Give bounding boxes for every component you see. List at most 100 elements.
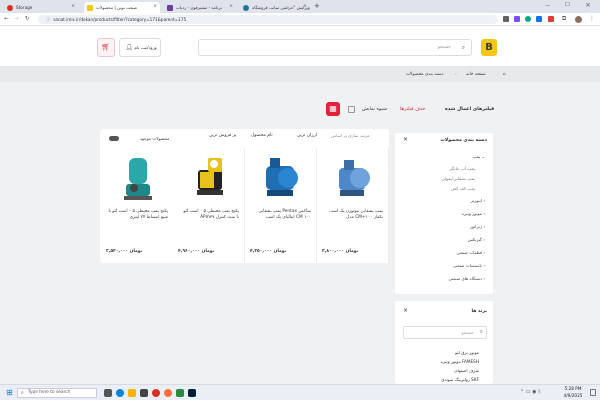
- sort-option-cheapest[interactable]: ارزان ترین: [297, 133, 317, 138]
- brands-collapse-icon[interactable]: ×: [403, 307, 408, 314]
- remove-filters-link[interactable]: حذف فیلترها: [400, 107, 425, 112]
- site-favicon-icon: [87, 4, 93, 11]
- url-field[interactable]: ⓘ sanat.imis.ir/dokan/products/filter/?ca…: [38, 15, 498, 24]
- extension-icon[interactable]: [503, 16, 509, 22]
- display-mode-label: شیوه نمایش: [362, 107, 388, 112]
- sort-option-name[interactable]: نام محصول: [251, 133, 273, 138]
- product-card[interactable]: پمپ بشقابی موتوژن یک اسب مدل CM+۱۰۰ تکفا…: [317, 148, 389, 262]
- extension-icon[interactable]: [525, 16, 531, 22]
- product-name[interactable]: پکیج پمپ محیطی ۰.۵ اسب لئو APm۳۷ با ست ک…: [177, 209, 239, 221]
- close-tab-icon[interactable]: ×: [229, 4, 233, 9]
- system-tray-icons[interactable]: ⌃ ▭ ◉ ᛒ: [520, 389, 541, 395]
- category-label: اینورتر: [470, 198, 482, 203]
- grid-view-icon[interactable]: ▦: [326, 102, 340, 116]
- category-item[interactable]: موتور ویبره ‹: [462, 211, 485, 216]
- category-item[interactable]: تاسیسات صنعتی ‹: [453, 263, 485, 268]
- brand-item[interactable]: موتور برق لئو: [455, 350, 479, 355]
- product-card[interactable]: پکیج پمپ محیطی ۰.۵ اسب لئو APm۳۷ با ست ک…: [173, 148, 245, 262]
- category-subitem[interactable]: پمپ آب خانگی: [449, 166, 475, 171]
- category-item[interactable]: گیربکس ‹: [468, 237, 485, 242]
- product-name[interactable]: پکیج پمپ محیطی ۰.۵ اسب لئو با منبع انبسا…: [106, 209, 168, 221]
- category-label: تاسیسات صنعتی: [452, 263, 482, 268]
- close-tab-icon[interactable]: ×: [303, 4, 307, 9]
- new-tab-button[interactable]: +: [314, 2, 320, 10]
- breadcrumb-home[interactable]: صفحه خانه: [466, 72, 486, 77]
- product-price: ۴,۳۵۰,۰۰۰ تومان: [250, 249, 287, 254]
- login-register-button[interactable]: 👤︎ ورود/ثبت نام: [119, 38, 161, 57]
- category-label: پمپ: [472, 154, 481, 159]
- category-subitem[interactable]: پمپ کف کش: [451, 186, 475, 191]
- chevron-left-icon: ‹: [483, 198, 485, 203]
- product-name[interactable]: پمپ بشقابی موتوژن یک اسب مدل CM+۱۰۰ تکفا…: [321, 209, 383, 221]
- category-label: ژنراتور: [469, 224, 482, 229]
- available-toggle[interactable]: [109, 136, 119, 141]
- browser-tab-wordpress[interactable]: ویرایش "خراشی سانت فروشگاه ×: [240, 2, 310, 13]
- product-image[interactable]: [188, 154, 230, 204]
- photoshop-icon[interactable]: [188, 389, 196, 397]
- product-price: ۳,۵۲۰,۰۰۰ تومان: [106, 249, 143, 254]
- search-icon[interactable]: ⌕: [462, 40, 465, 55]
- sort-option-bestselling[interactable]: پر فروش ترین: [209, 133, 236, 138]
- product-card[interactable]: پمپ بشقابی Pentax پنتاکس ایتالیای یک اسب…: [245, 148, 317, 262]
- store-icon[interactable]: [140, 389, 148, 397]
- tab-label: برنامه - مشترفون - ردیاب: [176, 5, 222, 10]
- brand-item[interactable]: موتور ویبره FAMESH: [441, 359, 479, 364]
- clock-time[interactable]: 5:28 PM: [560, 386, 586, 391]
- firefox-icon[interactable]: [164, 389, 172, 397]
- brand-search-input[interactable]: جستجو ⌕: [403, 326, 487, 339]
- close-tab-icon[interactable]: ×: [153, 4, 157, 9]
- taskbar-search-input[interactable]: ⌕ Type here to search: [17, 388, 97, 398]
- category-collapse-icon[interactable]: ×: [403, 136, 408, 143]
- close-window-icon[interactable]: ×: [585, 1, 591, 9]
- brand-search-placeholder: جستجو: [461, 330, 474, 335]
- file-explorer-icon[interactable]: [128, 389, 136, 397]
- product-image[interactable]: [116, 154, 158, 204]
- browser-menu-icon[interactable]: ⋮: [589, 15, 595, 22]
- product-image[interactable]: [260, 154, 302, 204]
- list-view-icon[interactable]: [348, 106, 355, 113]
- browser-tab-app[interactable]: برنامه - مشترفون - ردیاب ×: [164, 2, 236, 13]
- extension-icon[interactable]: [514, 16, 520, 22]
- category-subitem[interactable]: پمپ بشقابی/بقولی: [441, 176, 475, 181]
- search-icon[interactable]: ⌕: [480, 327, 483, 338]
- edge-icon[interactable]: [116, 389, 124, 397]
- notifications-icon[interactable]: [590, 389, 596, 396]
- category-item-pump[interactable]: پمپ ⌄: [472, 154, 485, 159]
- product-image[interactable]: [332, 154, 374, 204]
- site-search-input[interactable]: جستجو ⌕: [198, 39, 472, 56]
- brands-panel: برند ها × جستجو ⌕ موتور برق لئو موتور وی…: [395, 301, 493, 384]
- app-icon[interactable]: [176, 389, 184, 397]
- category-item[interactable]: دستگاه های صنعتی ‹: [449, 276, 485, 281]
- maximize-window-icon[interactable]: ☐: [565, 2, 570, 8]
- brand-item[interactable]: شرف اصفهان: [454, 368, 479, 373]
- task-view-icon[interactable]: [104, 389, 112, 397]
- breadcrumb-separator: ›: [455, 72, 457, 77]
- category-label: دستگاه های صنعتی: [448, 276, 482, 281]
- browser-tab-products[interactable]: صنعت نوین | محصولات ×: [84, 2, 160, 13]
- forward-icon[interactable]: →: [14, 16, 19, 23]
- cart-button[interactable]: 🛒︎: [97, 38, 115, 57]
- minimize-window-icon[interactable]: —: [545, 3, 550, 9]
- category-item[interactable]: قطعات صنعتی ‹: [456, 250, 485, 255]
- back-icon[interactable]: ←: [4, 16, 9, 23]
- site-info-icon[interactable]: ⓘ: [46, 17, 50, 22]
- product-card[interactable]: پکیج پمپ محیطی ۰.۵ اسب لئو با منبع انبسا…: [101, 148, 173, 262]
- profile-avatar[interactable]: [575, 16, 582, 23]
- extension-icon[interactable]: [536, 16, 542, 22]
- category-item[interactable]: اینورتر ‹: [471, 198, 485, 203]
- browser-tab-storage[interactable]: Storage ×: [4, 2, 78, 13]
- wordpress-favicon-icon: [243, 4, 249, 11]
- extensions-puzzle-icon[interactable]: ⧉: [562, 15, 566, 23]
- windows-start-icon[interactable]: ⊞: [6, 388, 13, 397]
- category-list: پمپ ⌄ پمپ آب خانگی پمپ بشقابی/بقولی پمپ …: [403, 154, 485, 294]
- reload-icon[interactable]: ↻: [25, 16, 30, 23]
- brand-item[interactable]: رولبرینگ سوئدی SKF: [441, 377, 479, 382]
- close-tab-icon[interactable]: ×: [71, 4, 75, 9]
- clock-date[interactable]: 4/9/2025: [560, 393, 586, 398]
- site-logo[interactable]: B: [481, 39, 497, 56]
- chrome-icon[interactable]: [152, 389, 160, 397]
- category-item[interactable]: ژنراتور ‹: [470, 224, 485, 229]
- category-label: قطعات صنعتی: [456, 250, 482, 255]
- extension-icon[interactable]: [548, 16, 554, 22]
- product-name[interactable]: پمپ بشقابی Pentax پنتاکس ایتالیای یک اسب…: [249, 209, 311, 221]
